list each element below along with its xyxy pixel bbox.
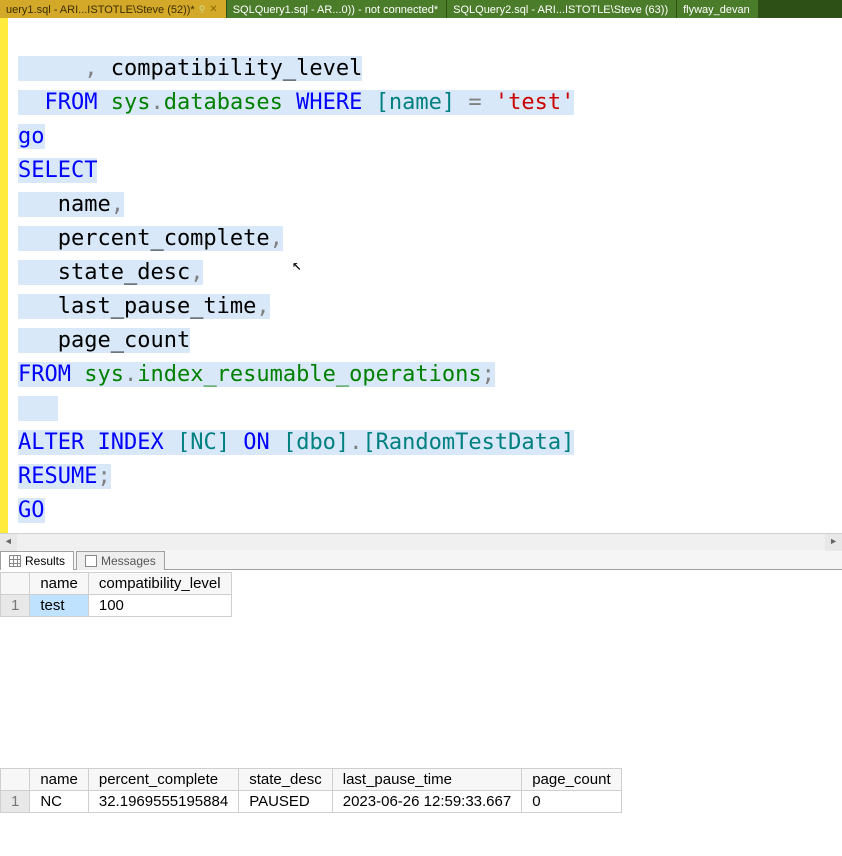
row-header-corner[interactable] [1, 769, 30, 791]
code-token: [dbo] [270, 430, 349, 455]
code-token: FROM [18, 90, 97, 115]
row-header-corner[interactable] [1, 573, 30, 595]
code-token: compatibility_level [97, 56, 362, 81]
table-header-row: name compatibility_level [1, 573, 232, 595]
results-pane-2: name percent_complete state_desc last_pa… [0, 766, 842, 819]
close-icon[interactable]: ✕ [209, 4, 217, 15]
cell[interactable]: 100 [88, 595, 231, 617]
code-token: 'test' [482, 90, 575, 115]
row-number[interactable]: 1 [1, 791, 30, 813]
tab-label: Messages [101, 554, 156, 568]
code-token: SELECT [18, 158, 97, 183]
row-number[interactable]: 1 [1, 595, 30, 617]
code-token: state_desc [18, 260, 190, 285]
results-table-2[interactable]: name percent_complete state_desc last_pa… [0, 768, 622, 813]
code-token: index_resumable_operations [137, 362, 481, 387]
pin-icon[interactable]: ⚲ [199, 4, 206, 15]
tab-label: SQLQuery1.sql - AR...0)) - not connected… [233, 4, 438, 16]
code-token: . [124, 362, 137, 387]
tab-query2[interactable]: SQLQuery2.sql - ARI...ISTOTLE\Steve (63)… [447, 0, 677, 18]
code-token: , [190, 260, 203, 285]
column-header[interactable]: page_count [522, 769, 621, 791]
column-header[interactable]: percent_complete [88, 769, 238, 791]
tab-query1-noconn[interactable]: SQLQuery1.sql - AR...0)) - not connected… [227, 0, 447, 18]
editor-wrap: , compatibility_level FROM sys.databases… [0, 18, 842, 533]
cell[interactable]: 0 [522, 791, 621, 813]
column-header[interactable]: state_desc [239, 769, 333, 791]
tab-flyway[interactable]: flyway_devan [677, 0, 759, 18]
code-token: page_count [18, 328, 190, 353]
results-tabbar: Results Messages [0, 550, 842, 570]
code-token: ON [230, 430, 270, 455]
tab-label: SQLQuery2.sql - ARI...ISTOTLE\Steve (63)… [453, 4, 668, 16]
cell[interactable]: 32.1969555195884 [88, 791, 238, 813]
code-token: WHERE [283, 90, 362, 115]
cell[interactable]: PAUSED [239, 791, 333, 813]
table-row[interactable]: 1 test 100 [1, 595, 232, 617]
code-token: , [270, 226, 283, 251]
code-token: , [18, 56, 97, 81]
table-header-row: name percent_complete state_desc last_pa… [1, 769, 622, 791]
tab-label: Results [25, 554, 65, 568]
code-token: GO [18, 498, 45, 523]
code-token: , [256, 294, 269, 319]
code-token: [name] [362, 90, 455, 115]
code-token: name [18, 192, 111, 217]
code-token: last_pause_time [18, 294, 256, 319]
code-token: . [349, 430, 362, 455]
tab-results[interactable]: Results [0, 551, 74, 570]
code-token: [RandomTestData] [362, 430, 574, 455]
grid-icon [9, 555, 21, 567]
code-token: sys [97, 90, 150, 115]
message-icon [85, 555, 97, 567]
tab-label: uery1.sql - ARI...ISTOTLE\Steve (52))* [6, 4, 195, 16]
column-header[interactable]: name [30, 573, 89, 595]
code-token: ALTER [18, 430, 84, 455]
table-row[interactable]: 1 NC 32.1969555195884 PAUSED 2023-06-26 … [1, 791, 622, 813]
code-token: go [18, 124, 45, 149]
editor-change-margin [0, 18, 8, 533]
column-header[interactable]: compatibility_level [88, 573, 231, 595]
tab-query1-active[interactable]: uery1.sql - ARI...ISTOTLE\Steve (52))* ⚲… [0, 0, 227, 18]
column-header[interactable]: last_pause_time [332, 769, 521, 791]
cell[interactable]: test [30, 595, 89, 617]
code-token: percent_complete [18, 226, 270, 251]
code-token: [NC] [164, 430, 230, 455]
mouse-cursor-icon: ↖ [292, 248, 302, 282]
code-token: ; [482, 362, 495, 387]
code-token: FROM [18, 362, 71, 387]
cell[interactable]: 2023-06-26 12:59:33.667 [332, 791, 521, 813]
tab-label: flyway_devan [683, 4, 750, 16]
sql-editor[interactable]: , compatibility_level FROM sys.databases… [8, 18, 842, 533]
code-token: RESUME [18, 464, 97, 489]
results-table-1[interactable]: name compatibility_level 1 test 100 [0, 572, 232, 617]
code-token: INDEX [84, 430, 163, 455]
cell[interactable]: NC [30, 791, 89, 813]
scroll-left-icon[interactable]: ◄ [0, 534, 17, 551]
document-tabbar: uery1.sql - ARI...ISTOTLE\Steve (52))* ⚲… [0, 0, 842, 18]
code-token: . [150, 90, 163, 115]
code-token: databases [164, 90, 283, 115]
code-token: ; [97, 464, 110, 489]
code-token: , [111, 192, 124, 217]
code-token [18, 396, 58, 421]
tab-messages[interactable]: Messages [76, 551, 165, 570]
editor-horizontal-scrollbar[interactable]: ◄ ► [0, 533, 842, 550]
results-pane-1: name compatibility_level 1 test 100 [0, 570, 842, 617]
column-header[interactable]: name [30, 769, 89, 791]
code-token: sys [71, 362, 124, 387]
code-token: = [455, 90, 482, 115]
scroll-right-icon[interactable]: ► [825, 534, 842, 551]
